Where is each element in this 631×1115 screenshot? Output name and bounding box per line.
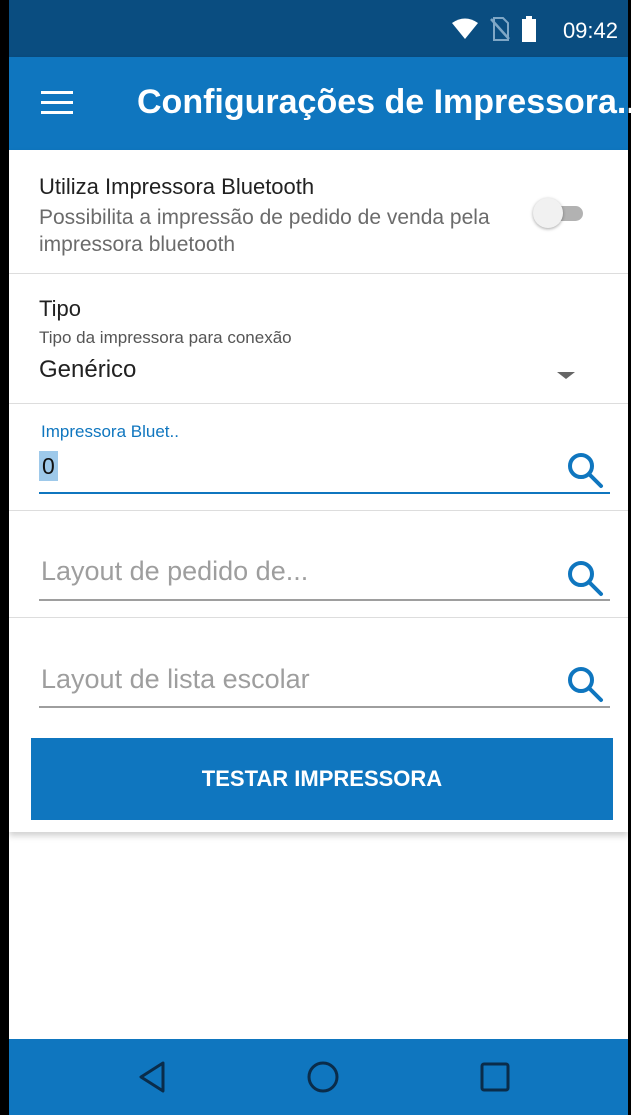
divider <box>9 403 628 404</box>
tipo-subtitle: Tipo da impressora para conexão <box>39 328 292 347</box>
field-underline-focused <box>39 492 610 494</box>
order-layout-placeholder[interactable]: Layout de pedido de... <box>41 556 308 587</box>
tipo-selected-value[interactable]: Genérico <box>39 356 136 384</box>
page-title: Configurações de Impressora... <box>137 83 631 121</box>
printer-field-input[interactable]: 0 <box>39 451 58 481</box>
bluetooth-setting-description: Possibilita a impressão de pedido de ven… <box>39 206 490 256</box>
printer-field-label: Impressora Bluet.. <box>41 422 179 441</box>
divider <box>9 510 628 511</box>
no-sim-icon <box>490 17 510 41</box>
school-list-layout-placeholder[interactable]: Layout de lista escolar <box>41 664 310 695</box>
search-icon[interactable] <box>565 450 605 490</box>
status-bar: 09:42 <box>9 0 628 57</box>
wifi-icon <box>452 18 478 39</box>
bluetooth-setting-title: Utiliza Impressora Bluetooth <box>39 174 315 199</box>
toggle-thumb <box>533 198 563 228</box>
battery-icon <box>522 16 536 42</box>
search-icon[interactable] <box>565 664 605 704</box>
dropdown-arrow-icon[interactable] <box>557 372 575 379</box>
menu-icon[interactable] <box>41 91 73 115</box>
back-icon[interactable] <box>133 1057 173 1097</box>
divider <box>9 617 628 618</box>
navigation-bar <box>9 1039 628 1115</box>
divider <box>9 273 628 274</box>
screen-bezel-left <box>0 0 9 1115</box>
recents-icon[interactable] <box>475 1057 515 1097</box>
app-bar: Configurações de Impressora... <box>9 57 631 150</box>
status-time: 09:42 <box>562 18 618 43</box>
tipo-title: Tipo <box>39 296 81 321</box>
test-printer-button[interactable]: TESTAR IMPRESSORA <box>31 738 613 820</box>
bluetooth-toggle[interactable] <box>533 196 589 230</box>
search-icon[interactable] <box>565 558 605 598</box>
settings-card: Utiliza Impressora Bluetooth Possibilita… <box>9 150 628 832</box>
field-underline <box>39 706 610 708</box>
home-icon[interactable] <box>303 1057 343 1097</box>
field-underline <box>39 599 610 601</box>
status-icons <box>452 16 536 42</box>
